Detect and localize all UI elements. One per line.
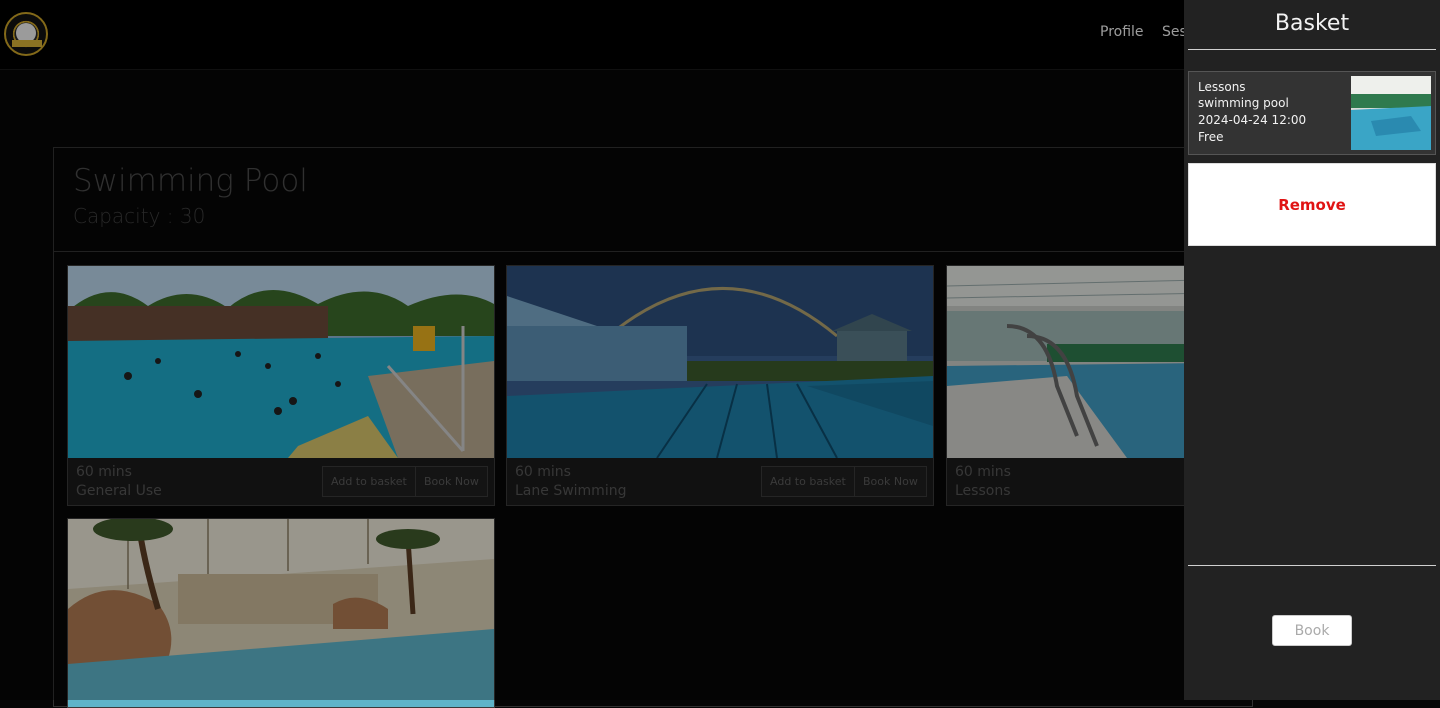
session-card-general-use: 60 mins General Use Add to basket Book N… [67, 265, 495, 506]
session-type: Lane Swimming [515, 483, 627, 499]
book-now-button[interactable]: Book Now [854, 466, 927, 497]
basket-item-thumbnail [1351, 76, 1431, 150]
basket-item: Lessons swimming pool 2024-04-24 12:00 F… [1188, 71, 1436, 155]
book-button[interactable]: Book [1272, 615, 1352, 646]
facility-header: Swimming Pool Capacity : 30 [54, 148, 1252, 252]
basket-drawer: Basket Lessons swimming pool 2024-04-24 … [1184, 0, 1440, 700]
session-card-footer: 60 mins Lane Swimming Add to basket Book… [507, 458, 933, 505]
rainbow-lido-photo [507, 266, 933, 458]
facility-title: Swimming Pool [73, 163, 308, 199]
session-duration: 60 mins [955, 464, 1011, 480]
session-card-footer: 60 mins General Use Add to basket Book N… [68, 458, 494, 505]
session-duration: 60 mins [515, 464, 571, 480]
session-type: General Use [76, 483, 162, 499]
session-card-tropical [67, 518, 495, 708]
book-now-button[interactable]: Book Now [415, 466, 488, 497]
add-to-basket-button[interactable]: Add to basket [761, 466, 855, 497]
tropical-pool-photo [68, 519, 494, 707]
outdoor-pool-photo [68, 266, 494, 458]
facility-capacity: Capacity : 30 [73, 204, 206, 228]
basket-item-facility: swimming pool [1198, 96, 1289, 110]
basket-item-price: Free [1198, 130, 1224, 144]
remove-button[interactable]: Remove [1188, 163, 1436, 246]
nav-profile-link[interactable]: Profile [1100, 24, 1144, 40]
basket-item-datetime: 2024-04-24 12:00 [1198, 113, 1307, 127]
divider [1188, 49, 1436, 50]
add-to-basket-button[interactable]: Add to basket [322, 466, 416, 497]
basket-title: Basket [1274, 11, 1350, 36]
session-duration: 60 mins [76, 464, 132, 480]
session-type: Lessons [955, 483, 1011, 499]
basket-item-session: Lessons [1198, 80, 1246, 94]
gym-logo-icon[interactable] [4, 12, 48, 56]
divider [1188, 565, 1436, 566]
session-card-lane-swimming: 60 mins Lane Swimming Add to basket Book… [506, 265, 934, 506]
